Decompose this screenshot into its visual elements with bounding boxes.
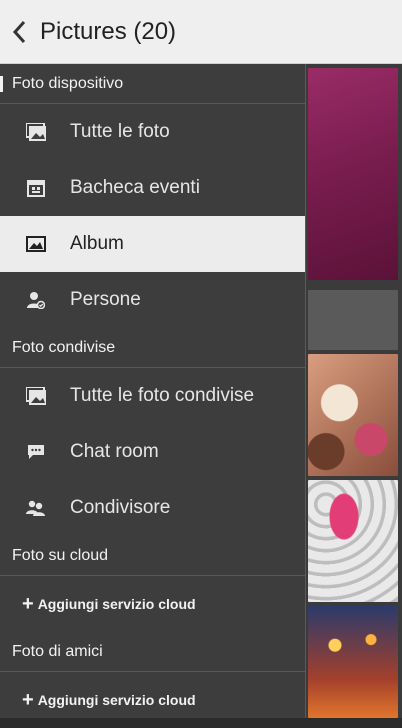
photo-grid: [306, 64, 402, 718]
nav-item-label: Album: [70, 233, 124, 254]
chat-icon: [26, 442, 46, 462]
drawer-divider: [305, 64, 306, 718]
add-cloud-service-button[interactable]: + Aggiungi servizio cloud: [0, 576, 306, 632]
app-header: Pictures (20): [0, 0, 402, 64]
add-cloud-service-label: Aggiungi servizio cloud: [37, 692, 196, 708]
section-header-shared: Foto condivise: [0, 328, 306, 368]
photo-thumbnail[interactable]: [308, 290, 398, 350]
section-marker: [0, 76, 3, 92]
section-title: Foto dispositivo: [12, 74, 124, 92]
nav-item-label: Tutte le foto condivise: [70, 385, 255, 406]
section-header-device: Foto dispositivo: [0, 64, 306, 104]
nav-item-label: Condivisore: [70, 497, 171, 518]
calendar-icon: [26, 178, 46, 198]
add-cloud-service-label: Aggiungi servizio cloud: [37, 596, 196, 612]
people-icon: [26, 498, 46, 518]
page-title: Pictures (20): [40, 17, 177, 45]
nav-item-label: Persone: [70, 289, 141, 310]
photo-thumbnail[interactable]: [308, 480, 398, 602]
nav-item-album[interactable]: Album: [0, 216, 306, 272]
section-header-friends: Foto di amici: [0, 632, 306, 672]
photo-thumbnail[interactable]: [308, 354, 398, 476]
section-header-cloud: Foto su cloud: [0, 536, 306, 576]
add-cloud-service-button-friends[interactable]: + Aggiungi servizio cloud: [0, 672, 306, 728]
nav-item-people[interactable]: Persone: [0, 272, 306, 328]
nav-item-chat-room[interactable]: Chat room: [0, 424, 306, 480]
nav-item-sharer[interactable]: Condivisore: [0, 480, 306, 536]
section-title: Foto su cloud: [12, 546, 109, 564]
nav-item-label: Tutte le foto: [70, 121, 170, 142]
nav-item-all-photos[interactable]: Tutte le foto: [0, 104, 306, 160]
section-title: Foto condivise: [12, 338, 116, 356]
person-icon: [26, 290, 46, 310]
back-arrow-icon[interactable]: [12, 18, 34, 46]
photos-icon: [26, 122, 46, 142]
photos-icon: [26, 386, 46, 406]
navigation-drawer: Foto dispositivo Tutte le foto Bacheca e…: [0, 64, 306, 718]
plus-icon: +: [22, 689, 34, 711]
photo-thumbnail[interactable]: [308, 606, 398, 718]
nav-item-label: Chat room: [70, 441, 159, 462]
section-title: Foto di amici: [12, 642, 103, 660]
nav-item-label: Bacheca eventi: [70, 177, 200, 198]
photo-thumbnail[interactable]: [308, 68, 398, 280]
album-icon: [26, 234, 46, 254]
plus-icon: +: [22, 593, 34, 615]
nav-item-all-shared-photos[interactable]: Tutte le foto condivise: [0, 368, 306, 424]
nav-item-events[interactable]: Bacheca eventi: [0, 160, 306, 216]
